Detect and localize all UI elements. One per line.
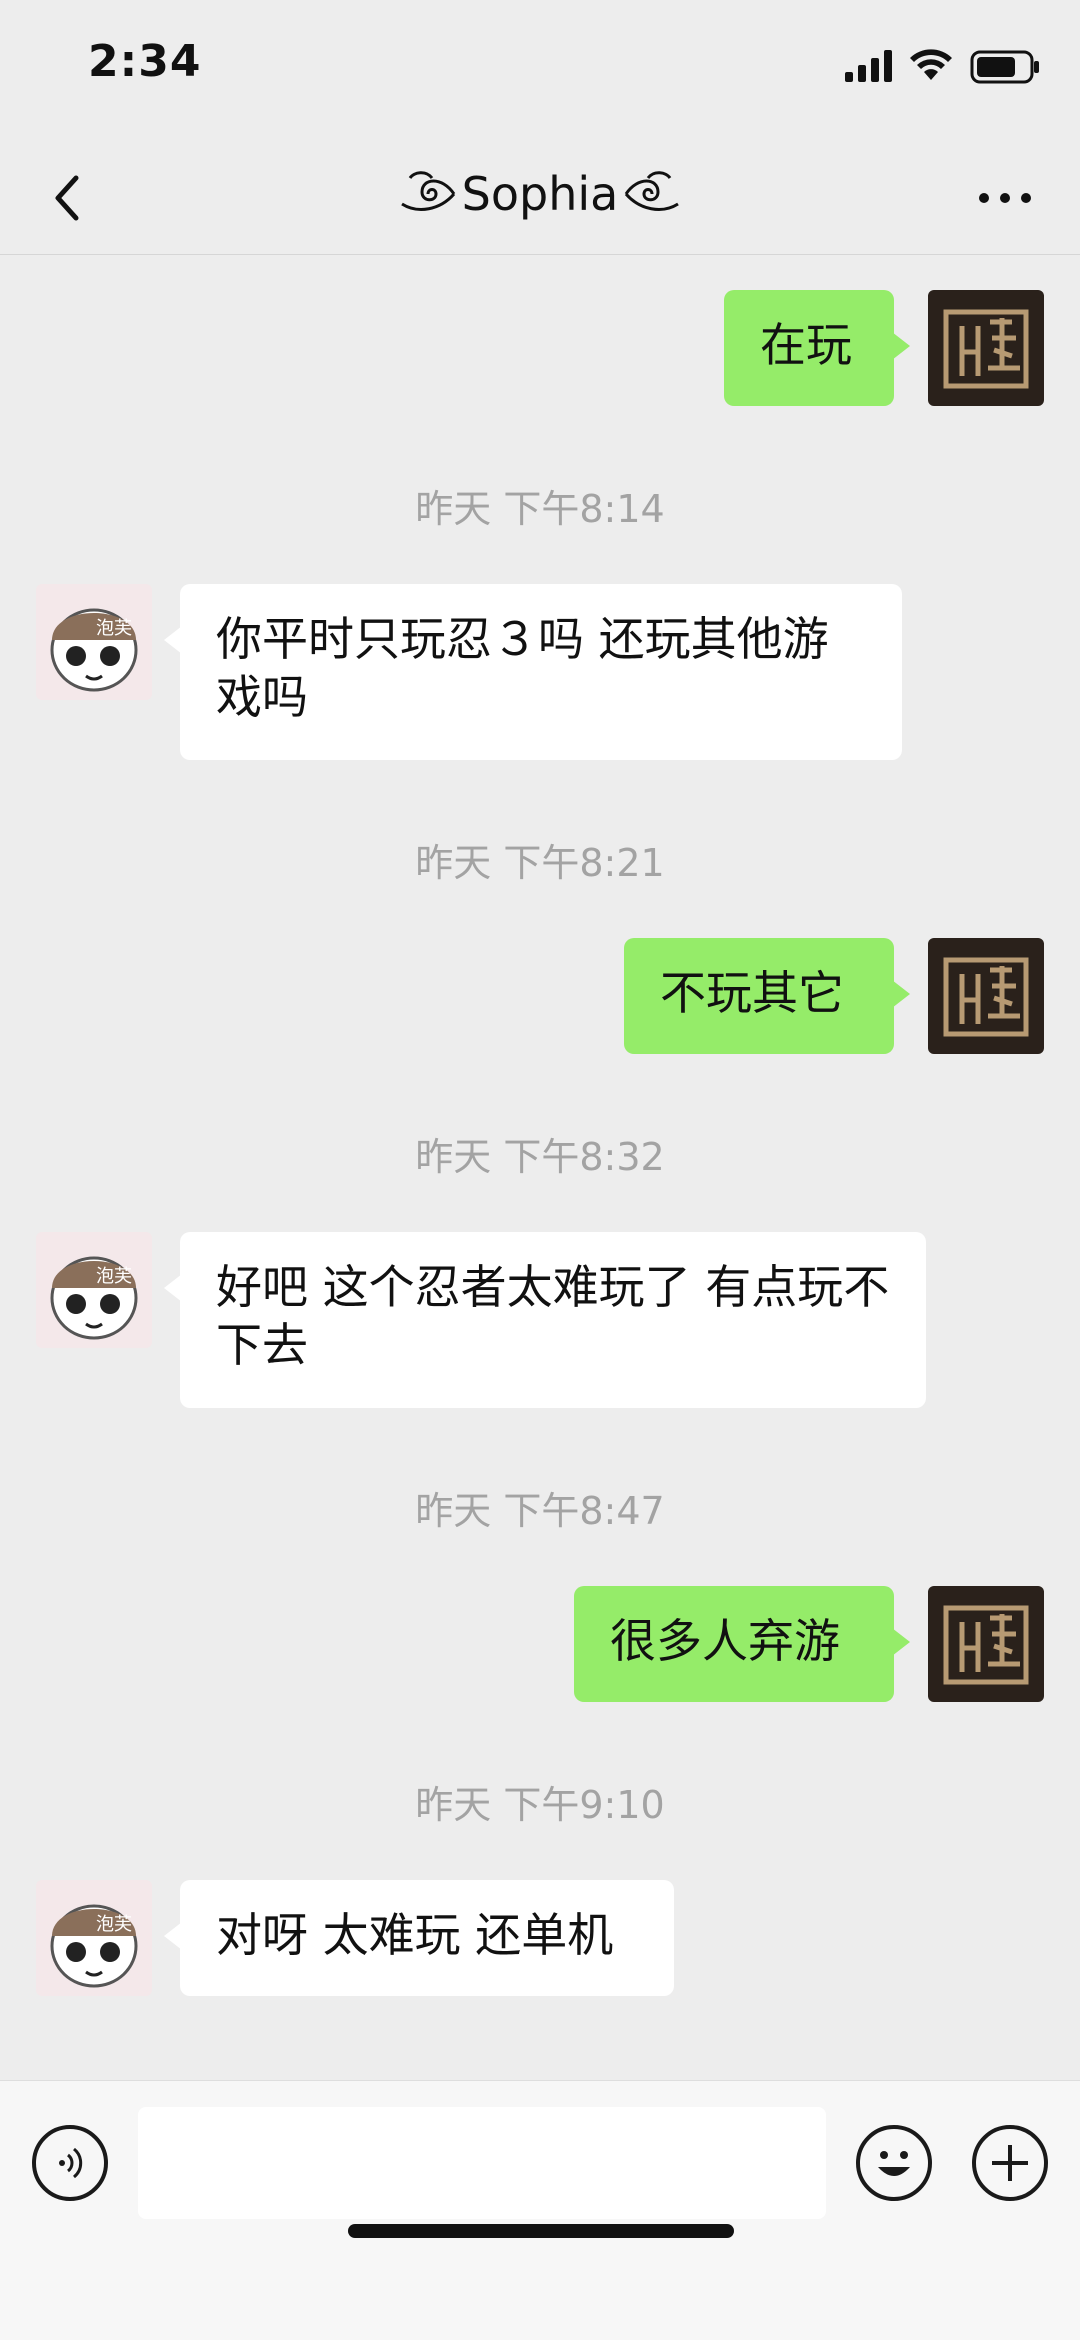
decorative-swirl-icon xyxy=(625,171,680,211)
timestamp: 昨天 下午8:47 xyxy=(415,1489,665,1533)
timestamp: 昨天 下午9:10 xyxy=(415,1783,665,1827)
chat-title: Sophia xyxy=(392,164,689,224)
status-bar: 2:34 xyxy=(0,0,1080,140)
contact-avatar[interactable]: 泡芙 xyxy=(36,584,152,700)
contact-avatar[interactable]: 泡芙 xyxy=(36,1232,152,1348)
signal-icon xyxy=(845,50,892,82)
timestamp: 昨天 下午8:21 xyxy=(415,841,665,885)
plus-icon[interactable] xyxy=(972,2125,1048,2201)
voice-icon[interactable] xyxy=(32,2125,108,2201)
message-bubble-received[interactable]: 好吧 这个忍者太难玩了 有点玩不下去 xyxy=(164,1232,926,1408)
my-avatar[interactable] xyxy=(928,938,1044,1054)
status-time: 2:34 xyxy=(88,36,202,87)
message-bubble-sent[interactable]: 很多人弃游 xyxy=(574,1586,910,1702)
avatar-caption: 泡芙 xyxy=(96,1266,132,1287)
chat-title-text: Sophia xyxy=(461,167,619,221)
avatar-caption: 泡芙 xyxy=(96,618,132,639)
message-bubble-sent[interactable]: 在玩 xyxy=(724,290,910,406)
more-options-icon[interactable] xyxy=(970,168,1040,228)
input-bar xyxy=(0,2080,1080,2340)
timestamp: 昨天 下午8:14 xyxy=(415,487,665,531)
contact-avatar[interactable]: 泡芙 xyxy=(36,1880,152,1996)
message-bubble-received[interactable]: 你平时只玩忍３吗 还玩其他游戏吗 xyxy=(164,584,902,760)
my-avatar[interactable] xyxy=(928,290,1044,406)
decorative-swirl-icon xyxy=(400,171,455,211)
home-indicator[interactable] xyxy=(348,2224,734,2238)
battery-icon xyxy=(970,50,1039,84)
my-avatar[interactable] xyxy=(928,1586,1044,1702)
emoji-icon[interactable] xyxy=(856,2125,932,2201)
wifi-icon xyxy=(910,49,952,80)
message-input[interactable] xyxy=(138,2107,826,2219)
chat-header: Sophia xyxy=(0,140,1080,255)
avatar-caption: 泡芙 xyxy=(96,1914,132,1935)
timestamp: 昨天 下午8:32 xyxy=(415,1135,665,1179)
message-bubble-sent[interactable]: 不玩其它 xyxy=(624,938,910,1054)
message-bubble-received[interactable]: 对呀 太难玩 还单机 xyxy=(164,1880,674,1996)
